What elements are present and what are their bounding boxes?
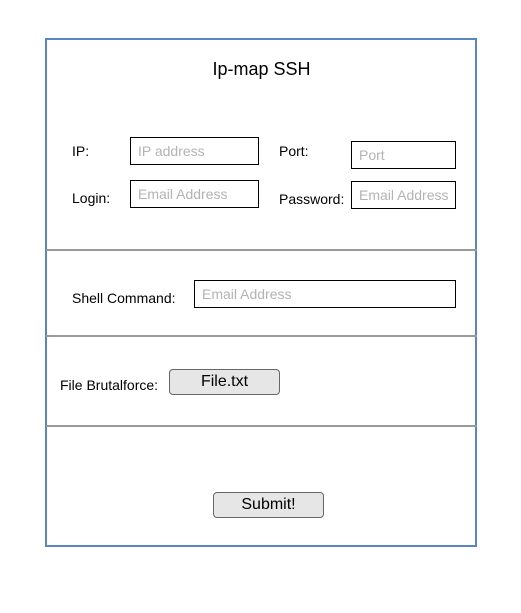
section-divider (46, 249, 477, 251)
login-input[interactable] (130, 180, 259, 208)
shell-command-label: Shell Command: (72, 290, 176, 306)
ip-input[interactable] (130, 137, 259, 165)
section-divider (46, 425, 477, 427)
file-select-button[interactable]: File.txt (169, 369, 280, 395)
password-input[interactable] (351, 181, 456, 209)
port-input[interactable] (351, 141, 456, 169)
submit-button[interactable]: Submit! (213, 492, 324, 518)
login-label: Login: (72, 190, 111, 206)
password-label: Password: (279, 191, 345, 207)
shell-command-input[interactable] (194, 280, 456, 308)
port-label: Port: (279, 143, 309, 159)
form-title: Ip-map SSH (212, 59, 311, 79)
section-divider (46, 335, 477, 337)
ip-label: IP: (72, 143, 90, 159)
file-brutalforce-label: File Brutalforce: (60, 377, 159, 393)
